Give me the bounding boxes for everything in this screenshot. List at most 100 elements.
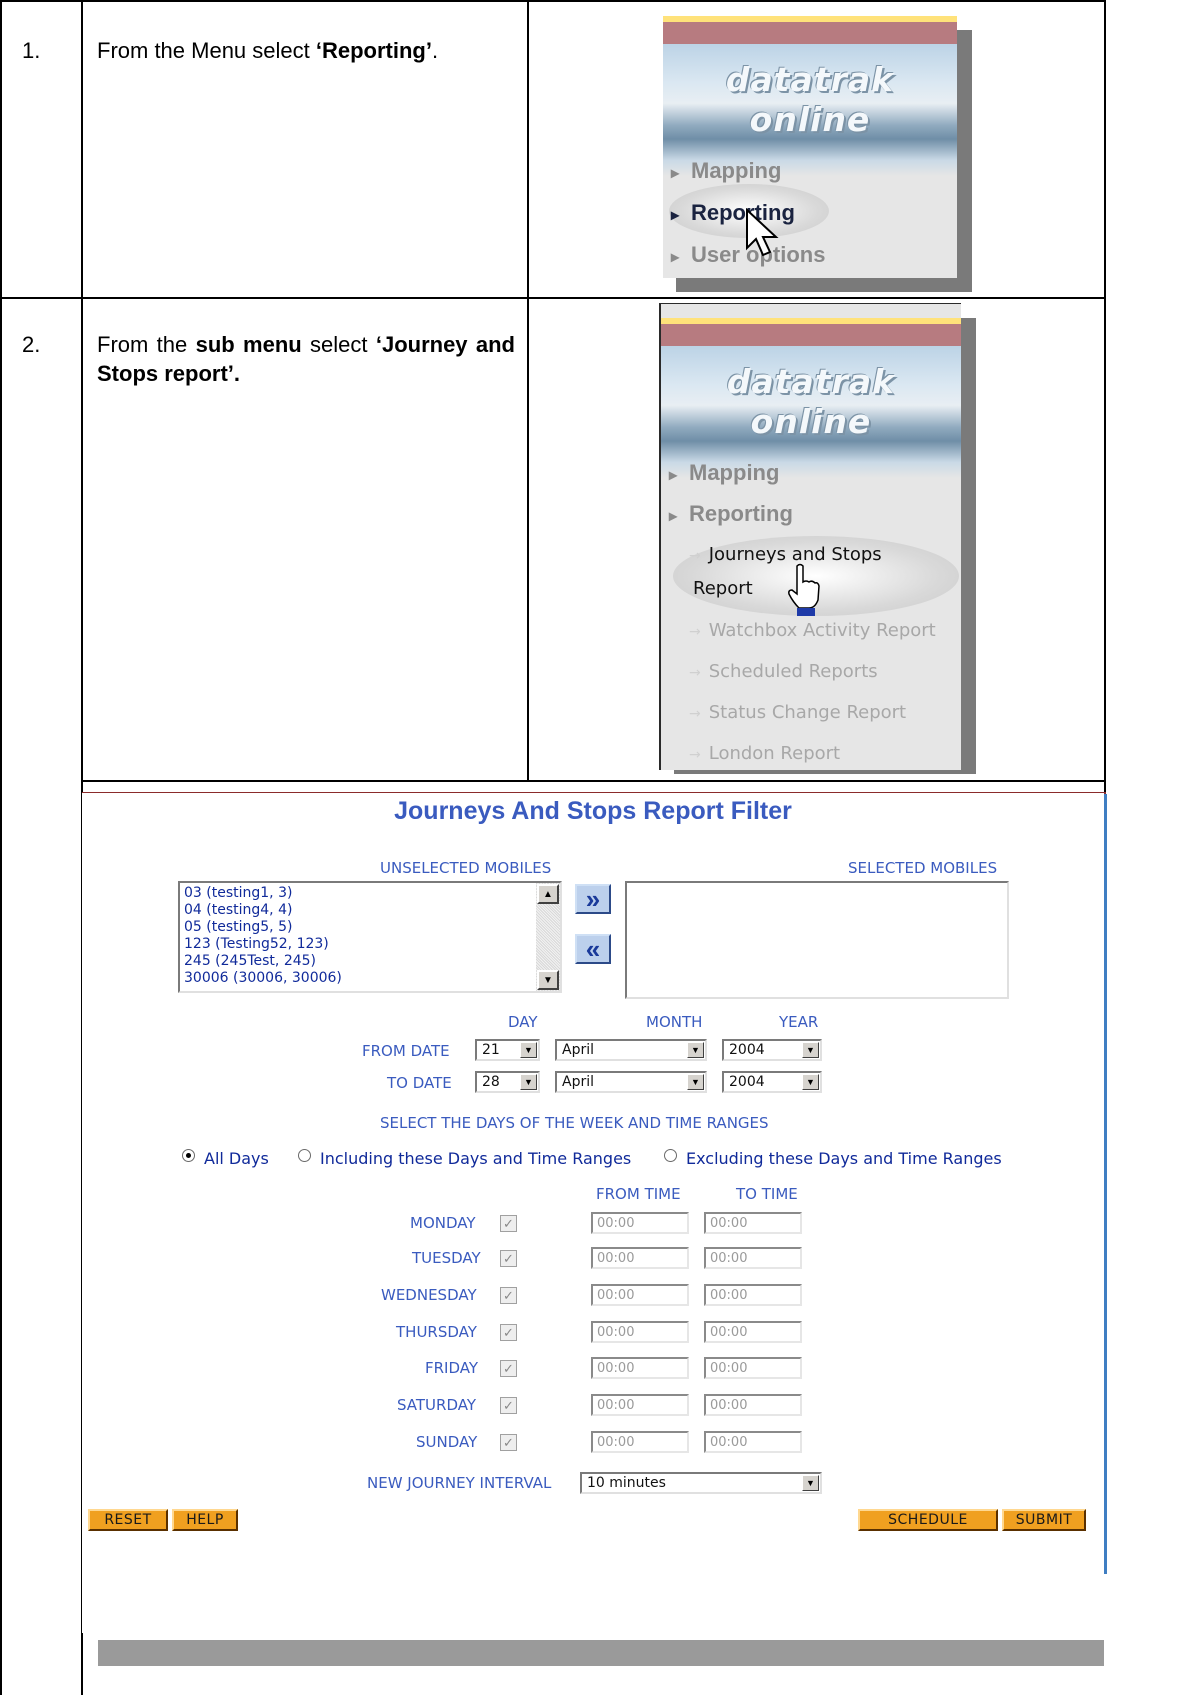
chevron-down-icon[interactable]: ▼ — [802, 1042, 819, 1058]
from-year-select[interactable]: 2004 ▼ — [722, 1039, 822, 1061]
to-time-saturday[interactable]: 00:00 — [704, 1394, 802, 1416]
step-number: 2. — [22, 332, 41, 357]
menu-item-mapping[interactable]: ▸ Mapping — [669, 460, 779, 486]
from-time-sunday[interactable]: 00:00 — [591, 1431, 689, 1453]
from-time-label: FROM TIME — [596, 1185, 681, 1203]
list-item[interactable]: 245 (245Test, 245) — [184, 953, 316, 969]
report-filter-form: Journeys And Stops Report Filter UNSELEC… — [82, 793, 1104, 1633]
step-text-suffix: . — [431, 38, 439, 63]
submenu-item-watchbox[interactable]: → Watchbox Activity Report — [689, 620, 936, 641]
journey-interval-select[interactable]: 10 minutes ▼ — [580, 1472, 822, 1494]
to-month-select[interactable]: April ▼ — [555, 1071, 707, 1093]
bullet-icon: ▸ — [669, 508, 678, 525]
to-time-friday[interactable]: 00:00 — [704, 1357, 802, 1379]
menu-item-label: Reporting — [689, 501, 793, 526]
to-day-select[interactable]: 28 ▼ — [475, 1071, 540, 1093]
table-border-left — [0, 0, 2, 1695]
chevron-down-icon[interactable]: ▼ — [520, 1042, 537, 1058]
submenu-item-scheduled[interactable]: → Scheduled Reports — [689, 661, 878, 682]
from-date-label: FROM DATE — [362, 1042, 450, 1060]
time-value: 00:00 — [710, 1251, 748, 1266]
radio-all-days[interactable] — [182, 1149, 195, 1162]
from-time-saturday[interactable]: 00:00 — [591, 1394, 689, 1416]
from-time-wednesday[interactable]: 00:00 — [591, 1284, 689, 1306]
schedule-button[interactable]: SCHEDULE — [858, 1509, 998, 1531]
month-label: MONTH — [646, 1013, 703, 1031]
to-time-wednesday[interactable]: 00:00 — [704, 1284, 802, 1306]
day-name-thursday: THURSDAY — [396, 1323, 477, 1341]
menu-item-mapping[interactable]: ▸ Mapping — [671, 158, 781, 184]
to-time-monday[interactable]: 00:00 — [704, 1212, 802, 1234]
help-button[interactable]: HELP — [172, 1509, 238, 1531]
step-instruction: From the sub menu select ‘Journey and St… — [97, 330, 515, 388]
checkbox-monday[interactable]: ✓ — [500, 1215, 517, 1232]
time-value: 00:00 — [597, 1216, 635, 1231]
unselected-mobiles-list[interactable]: 03 (testing1, 3) 04 (testing4, 4) 05 (te… — [178, 881, 562, 993]
checkbox-wednesday[interactable]: ✓ — [500, 1287, 517, 1304]
chevron-down-icon[interactable]: ▼ — [687, 1074, 704, 1090]
submenu-item-label: Scheduled Reports — [708, 661, 878, 682]
radio-including-days[interactable] — [298, 1149, 311, 1162]
checkbox-saturday[interactable]: ✓ — [500, 1397, 517, 1414]
arrow-icon: → — [689, 548, 701, 564]
list-item[interactable]: 30006 (30006, 30006) — [184, 970, 342, 986]
day-name-sunday: SUNDAY — [416, 1433, 478, 1451]
from-time-tuesday[interactable]: 00:00 — [591, 1247, 689, 1269]
reset-button[interactable]: RESET — [88, 1509, 168, 1531]
list-item[interactable]: 05 (testing5, 5) — [184, 919, 292, 935]
to-date-label: TO DATE — [387, 1074, 452, 1092]
brand-line-2: online — [750, 402, 872, 441]
select-value: 2004 — [729, 1074, 765, 1090]
from-time-friday[interactable]: 00:00 — [591, 1357, 689, 1379]
select-value: April — [562, 1074, 594, 1090]
from-time-monday[interactable]: 00:00 — [591, 1212, 689, 1234]
chevron-down-icon[interactable]: ▼ — [802, 1475, 819, 1491]
submenu-item-label: Status Change Report — [708, 702, 907, 723]
step-number: 1. — [22, 38, 41, 63]
to-time-thursday[interactable]: 00:00 — [704, 1321, 802, 1343]
scroll-up-icon[interactable]: ▲ — [537, 884, 559, 904]
add-mobile-button[interactable]: » — [575, 884, 611, 914]
chevron-down-icon[interactable]: ▼ — [687, 1042, 704, 1058]
to-year-select[interactable]: 2004 ▼ — [722, 1071, 822, 1093]
to-time-label: TO TIME — [736, 1185, 798, 1203]
time-value: 00:00 — [710, 1216, 748, 1231]
from-day-select[interactable]: 21 ▼ — [475, 1039, 540, 1061]
to-time-tuesday[interactable]: 00:00 — [704, 1247, 802, 1269]
list-item[interactable]: 123 (Testing52, 123) — [184, 936, 329, 952]
checkbox-tuesday[interactable]: ✓ — [500, 1250, 517, 1267]
remove-mobile-button[interactable]: « — [575, 934, 611, 964]
selected-mobiles-label: SELECTED MOBILES — [848, 859, 998, 877]
table-col-divider-2 — [527, 0, 529, 782]
from-time-thursday[interactable]: 00:00 — [591, 1321, 689, 1343]
list-item[interactable]: 03 (testing1, 3) — [184, 885, 292, 901]
day-name-friday: FRIDAY — [425, 1359, 479, 1377]
selected-mobiles-list[interactable] — [625, 881, 1009, 999]
submenu-item-london[interactable]: → London Report — [689, 743, 840, 764]
list-item[interactable]: 04 (testing4, 4) — [184, 902, 292, 918]
hand-pointer-icon — [788, 563, 820, 616]
table-border-top — [0, 0, 1106, 2]
menu-item-reporting[interactable]: ▸ Reporting — [669, 501, 793, 527]
form-right-border — [1104, 794, 1107, 1574]
arrow-icon: → — [689, 624, 701, 640]
time-value: 00:00 — [710, 1398, 748, 1413]
checkbox-sunday[interactable]: ✓ — [500, 1434, 517, 1451]
chevron-down-icon[interactable]: ▼ — [520, 1074, 537, 1090]
chevron-down-icon[interactable]: ▼ — [802, 1074, 819, 1090]
radio-excluding-days[interactable] — [664, 1149, 677, 1162]
brand-line-1: datatrak — [725, 60, 895, 99]
scroll-down-icon[interactable]: ▼ — [537, 970, 559, 990]
submenu-item-status-change[interactable]: → Status Change Report — [689, 702, 906, 723]
checkbox-friday[interactable]: ✓ — [500, 1360, 517, 1377]
checkbox-thursday[interactable]: ✓ — [500, 1324, 517, 1341]
submit-button[interactable]: SUBMIT — [1002, 1509, 1086, 1531]
datatrak-submenu-panel: datatrak online ▸ Mapping ▸ Reporting → Jou… — [659, 303, 961, 770]
from-month-select[interactable]: April ▼ — [555, 1039, 707, 1061]
day-name-wednesday: WEDNESDAY — [381, 1286, 477, 1304]
select-value: 2004 — [729, 1042, 765, 1058]
step-text-bold: ‘Reporting’ — [315, 38, 432, 63]
time-value: 00:00 — [710, 1361, 748, 1376]
to-time-sunday[interactable]: 00:00 — [704, 1431, 802, 1453]
submenu-item-label-line-2[interactable]: Report — [693, 578, 753, 599]
